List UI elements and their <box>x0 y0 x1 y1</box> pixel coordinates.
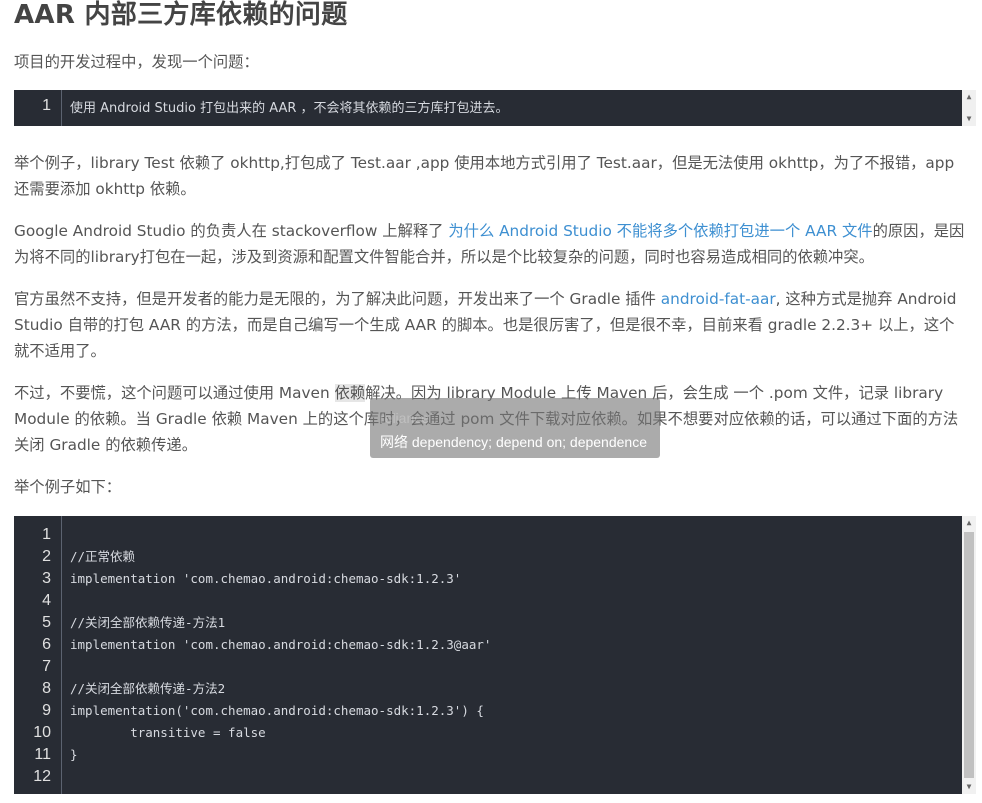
line-number: 4 <box>42 592 51 609</box>
android-fat-aar-link[interactable]: android-fat-aar <box>661 290 776 308</box>
code-block-1: 1 使用 Android Studio 打包出来的 AAR ，不会将其依赖的三方… <box>14 90 976 126</box>
code-lines[interactable]: 使用 Android Studio 打包出来的 AAR ，不会将其依赖的三方库打… <box>70 90 956 119</box>
intro-paragraph: 项目的开发过程中，发现一个问题： <box>14 53 259 71</box>
line-number: 10 <box>33 724 51 741</box>
line-number: 7 <box>42 658 51 675</box>
example-intro: 举个例子如下： <box>14 478 122 496</box>
paragraph-example: 举个例子，library Test 依赖了 okhttp,打包成了 Test.a… <box>14 154 955 198</box>
code-gutter: 1 2 3 4 5 6 7 8 9 10 11 12 <box>14 516 62 794</box>
code-scrollbar[interactable]: ▲ ▼ <box>962 90 976 126</box>
code-line: //关闭全部依赖传递-方法2 <box>70 681 226 696</box>
code-line: //关闭全部依赖传递-方法1 <box>70 615 226 630</box>
tooltip-word: reliance <box>380 410 430 426</box>
scroll-up-arrow-icon[interactable]: ▲ <box>962 516 976 530</box>
para2-text-before: Google Android Studio 的负责人在 stackoverflo… <box>14 222 449 240</box>
code-line: 使用 Android Studio 打包出来的 AAR ，不会将其依赖的三方库打… <box>70 101 509 116</box>
line-number: 12 <box>33 768 51 785</box>
page-title: AAR 内部三方库依赖的问题 <box>14 0 348 30</box>
line-number: 2 <box>42 548 51 565</box>
para3-text-before: 官方虽然不支持，但是开发者的能力是无限的，为了解决此问题，开发出来了一个 Gra… <box>14 290 661 308</box>
code-scrollbar[interactable]: ▲ ▼ <box>962 516 976 794</box>
code-line: transitive = false <box>70 725 266 740</box>
para4-text-before: 不过，不要慌，这个问题可以通过使用 Maven <box>14 384 335 402</box>
code-line: implementation('com.chemao.android:chema… <box>70 703 484 718</box>
code-block-2: 1 2 3 4 5 6 7 8 9 10 11 12 //正常依赖 implementation 'co… <box>14 516 976 794</box>
scrollbar-thumb[interactable] <box>964 532 974 778</box>
code-line: } <box>70 747 78 762</box>
line-number: 11 <box>34 746 51 763</box>
line-number: 1 <box>42 97 51 114</box>
code-line: implementation 'com.chemao.android:chema… <box>70 637 492 652</box>
scroll-up-arrow-icon[interactable]: ▲ <box>962 90 976 104</box>
line-number: 8 <box>42 680 51 697</box>
line-number: 9 <box>42 702 51 719</box>
code-line: implementation 'com.chemao.android:chema… <box>70 571 462 586</box>
why-aar-link[interactable]: 为什么 Android Studio 不能将多个依赖打包进一个 AAR 文件 <box>448 222 872 240</box>
line-number: 6 <box>42 636 51 653</box>
line-number: 3 <box>42 570 51 587</box>
paragraph-fat-aar: 官方虽然不支持，但是开发者的能力是无限的，为了解决此问题，开发出来了一个 Gra… <box>14 286 966 364</box>
scroll-down-arrow-icon[interactable]: ▼ <box>962 112 976 126</box>
tooltip-translation: 网络 dependency; depend on; dependence <box>380 434 647 450</box>
paragraph-explanation: Google Android Studio 的负责人在 stackoverflo… <box>14 218 966 270</box>
line-number: 1 <box>42 526 51 543</box>
code-gutter: 1 <box>14 90 62 126</box>
code-lines[interactable]: //正常依赖 implementation 'com.chemao.android… <box>70 516 956 788</box>
line-number: 5 <box>42 614 51 631</box>
translation-tooltip: reliance 网络 dependency; depend on; depen… <box>370 398 660 458</box>
code-line: //正常依赖 <box>70 549 136 564</box>
highlighted-word[interactable]: 依赖 <box>334 384 366 402</box>
scroll-down-arrow-icon[interactable]: ▼ <box>962 780 976 794</box>
